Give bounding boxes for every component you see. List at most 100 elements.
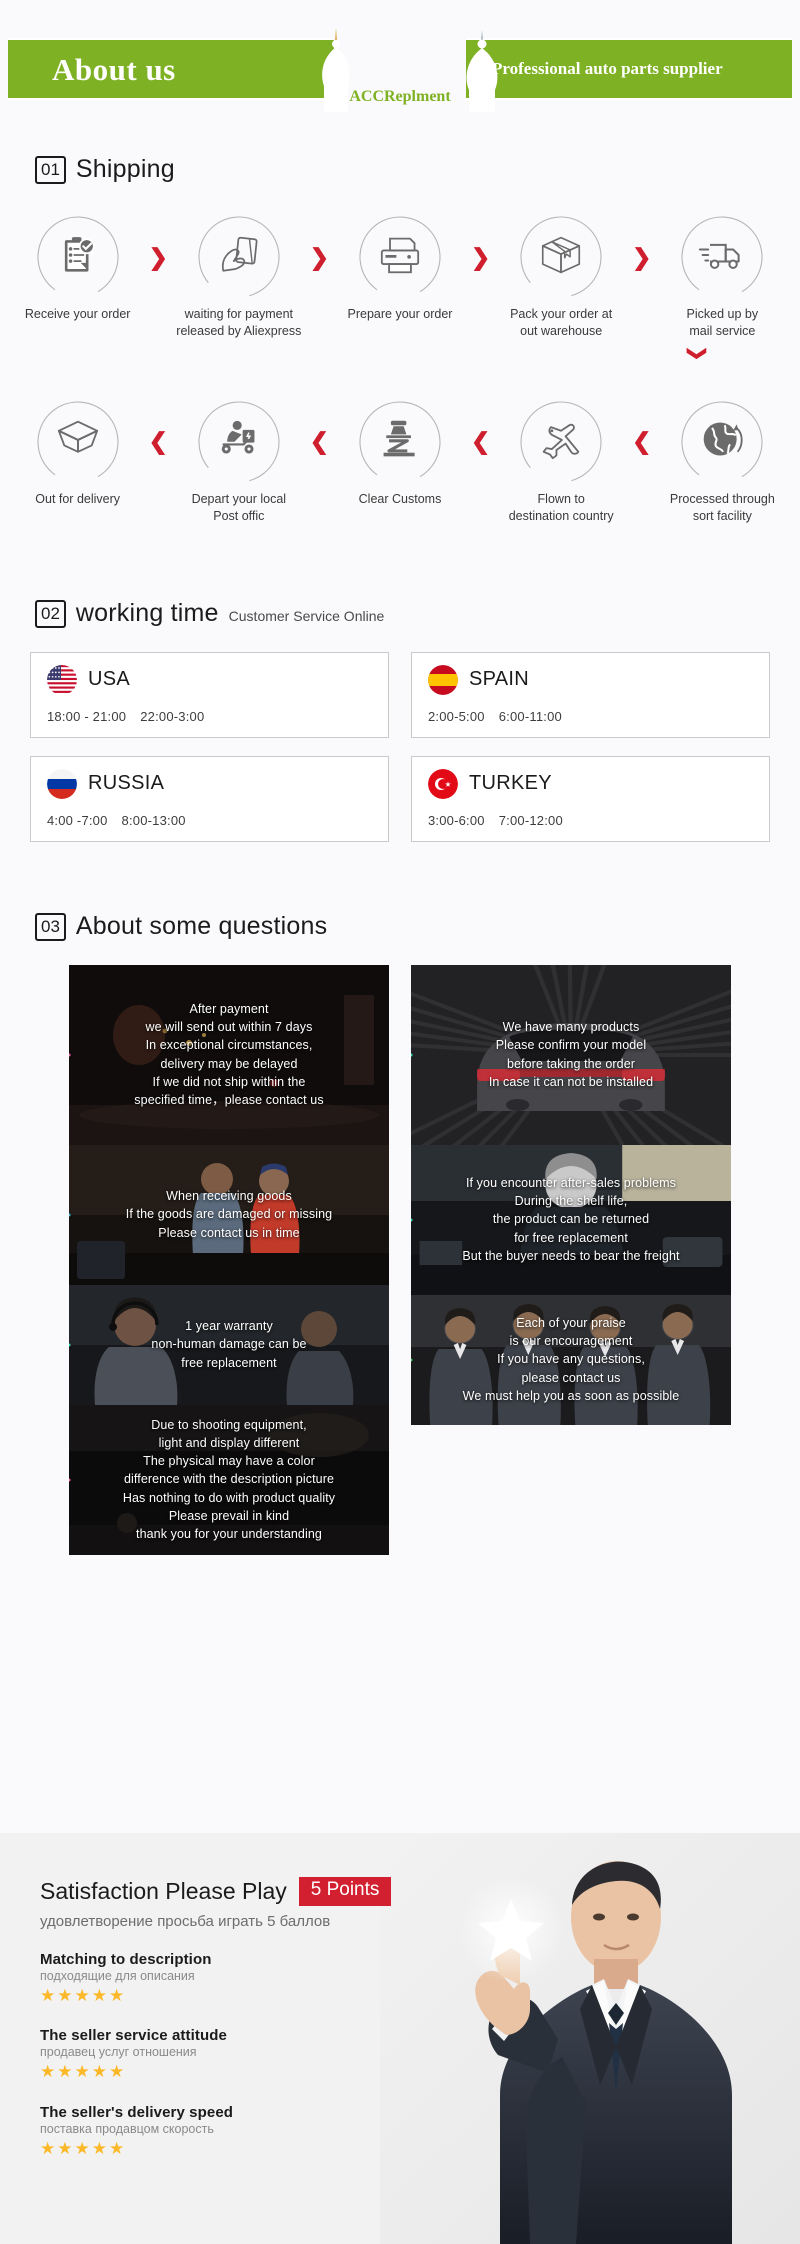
truck-icon: [698, 237, 746, 278]
scooter-courier-icon: [214, 419, 264, 464]
spain-flag-icon: [428, 664, 458, 695]
working-time-country: RUSSIA: [88, 772, 165, 794]
shipping-step-icon-circle: [679, 214, 765, 300]
questions-right-column: We have many products Please confirm your…: [411, 964, 731, 1425]
working-time-slot: 8:00-13:00: [121, 812, 186, 828]
working-time-country: TURKEY: [469, 772, 552, 794]
rating-label-en: The seller service attitude: [40, 2027, 227, 2045]
panel-marker-icon: [69, 1044, 71, 1065]
working-time-slot: 7:00-12:00: [498, 812, 563, 828]
shipping-step-label: waiting for payment released by Aliexpres…: [176, 307, 302, 338]
question-panel: If you encounter after-sales problems Dur…: [411, 1144, 731, 1295]
turkey-flag-icon: [428, 768, 458, 799]
working-time-section: 02 working time Customer Service Online …: [0, 599, 800, 842]
working-time-card[interactable]: TURKEY 3:00-6:00 7:00-12:00: [411, 755, 770, 842]
chevron-left-icon: ❮: [632, 428, 652, 455]
working-time-title: working time: [75, 598, 219, 627]
shipping-heading: 01 Shipping: [0, 155, 800, 186]
working-time-card-header: USA: [47, 664, 388, 695]
shipping-step-icon-circle: [357, 214, 443, 300]
question-panel-text: Due to shooting equipment, light and disp…: [122, 1418, 336, 1541]
shipping-step-label: Pack your order at out warehouse: [510, 307, 613, 338]
shipping-step: Depart your local Post offic: [175, 399, 302, 525]
shipping-step: Prepare your order: [336, 214, 463, 323]
chevron-right-icon: ❯: [309, 243, 330, 270]
working-time-hours: 4:00 -7:00 8:00-13:00: [47, 813, 388, 828]
shipping-step-label: Flown to destination country: [508, 491, 614, 523]
questions-title: About some questions: [75, 911, 328, 940]
shipping-step-label: Processed through sort facility: [669, 491, 775, 523]
questions-left-column: After payment we will send out within 7 d…: [69, 964, 389, 1555]
page-title: About us: [52, 52, 176, 87]
shipping-step: Pack your order at out warehouse: [498, 214, 625, 340]
panel-marker-icon: [411, 1209, 413, 1230]
hand-card-icon: [216, 234, 262, 281]
shipping-row-2: Out for delivery ❮ Depart your local Post…: [0, 399, 800, 525]
question-panel: We have many products Please confirm your…: [411, 964, 731, 1145]
box-icon: [539, 234, 583, 281]
questions-heading: 03 About some questions: [0, 912, 800, 943]
panel-marker-icon: [411, 1349, 413, 1370]
working-time-hours: 3:00-6:00 7:00-12:00: [428, 813, 769, 828]
question-panel: After payment we will send out within 7 d…: [69, 964, 389, 1145]
working-time-hours: 2:00-5:00 6:00-11:00: [428, 709, 769, 724]
customs-stamp-icon: [378, 418, 422, 465]
working-time-card-header: RUSSIA: [47, 768, 388, 799]
rating-label-ru: поставка продавцом скорость: [40, 2121, 214, 2136]
shipping-step-number: 01: [35, 156, 66, 184]
question-panel: Each of your praise is our encouragement I…: [411, 1294, 731, 1425]
rating-block: Matching to description подходящие для о…: [40, 1951, 800, 2006]
chevron-down-icon: ❯: [686, 345, 708, 362]
question-panel: Due to shooting equipment, light and disp…: [69, 1404, 389, 1555]
shipping-step: Clear Customs: [336, 399, 463, 508]
working-time-country: SPAIN: [469, 668, 530, 690]
shipping-step: Flown to destination country: [498, 399, 625, 525]
questions-step-number: 03: [35, 912, 66, 941]
brand-logo-text: ACCReplment: [349, 88, 451, 105]
shipping-step-icon-circle: [35, 399, 121, 485]
shipping-step-icon-circle: [518, 214, 604, 300]
panel-marker-icon: [69, 1469, 71, 1490]
shipping-down-arrow: ❯: [0, 344, 800, 363]
working-time-grid: USA 18:00 - 21:00 22:00-3:00 SPAIN 2:00-5…: [30, 651, 770, 842]
shipping-title: Shipping: [75, 155, 175, 183]
shipping-step: Processed through sort facility: [659, 399, 786, 525]
questions-columns: After payment we will send out within 7 d…: [0, 964, 800, 1555]
panel-marker-icon: [69, 1204, 71, 1225]
working-time-card-header: SPAIN: [428, 664, 769, 695]
working-time-country: USA: [88, 668, 131, 690]
question-panel: When receiving goods If the goods are dam…: [69, 1144, 389, 1285]
question-panel-text: After payment we will send out within 7 d…: [134, 1002, 324, 1107]
rating-label-ru: подходящие для описания: [40, 1968, 195, 1983]
chevron-left-icon: ❮: [470, 428, 491, 455]
printer-icon: [378, 235, 422, 280]
shipping-step: Out for delivery: [14, 399, 141, 508]
question-panel-text: We have many products Please confirm your…: [488, 1020, 654, 1089]
shipping-step: waiting for payment released by Aliexpres…: [175, 214, 302, 340]
rating-block: The seller's delivery speed поставка про…: [40, 2104, 800, 2159]
question-panel-text: 1 year warranty non-human damage can be fr…: [151, 1319, 307, 1370]
clipboard-check-icon: [57, 234, 99, 281]
shipping-step-label: Receive your order: [24, 307, 131, 321]
working-time-slot: 2:00-5:00: [428, 708, 485, 724]
working-time-card[interactable]: RUSSIA 4:00 -7:00 8:00-13:00: [30, 755, 389, 842]
working-time-heading: 02 working time Customer Service Online: [0, 599, 800, 630]
question-panel-text: Each of your praise is our encouragement I…: [462, 1316, 680, 1403]
working-time-slot: 22:00-3:00: [140, 708, 205, 724]
russia-flag-icon: [47, 768, 77, 799]
satisfaction-section: Satisfaction Please Play 5 Points удовле…: [0, 1833, 800, 2244]
chevron-right-icon: ❯: [148, 243, 168, 270]
open-box-icon: [55, 418, 101, 465]
shipping-step: Picked up by mail service: [659, 214, 786, 340]
usa-flag-icon: [47, 664, 77, 695]
satisfaction-header: Satisfaction Please Play 5 Points: [40, 1877, 800, 1906]
question-panel-text: If you encounter after-sales problems Dur…: [462, 1176, 680, 1263]
shipping-step-icon-circle: [196, 399, 282, 485]
airplane-icon: [538, 418, 584, 465]
working-time-card[interactable]: USA 18:00 - 21:00 22:00-3:00: [30, 651, 389, 738]
working-time-slot: 3:00-6:00: [428, 812, 485, 828]
shipping-step-label: Prepare your order: [347, 307, 453, 321]
working-time-subtitle: Customer Service Online: [228, 607, 385, 624]
question-panel: 1 year warranty non-human damage can be fr…: [69, 1284, 389, 1405]
working-time-card[interactable]: SPAIN 2:00-5:00 6:00-11:00: [411, 651, 770, 738]
